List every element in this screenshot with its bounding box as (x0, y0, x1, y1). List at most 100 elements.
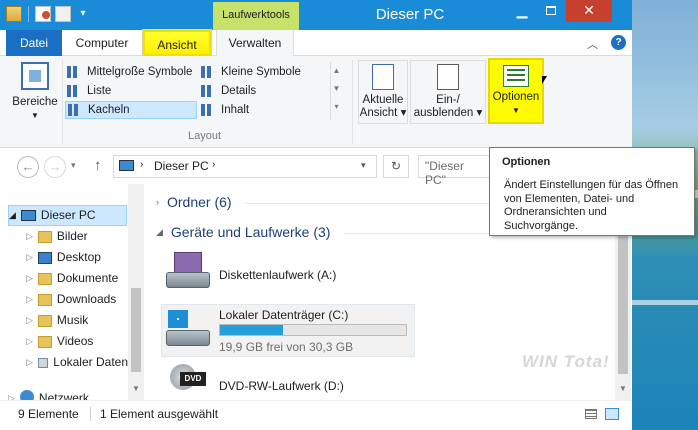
nav-scrollbar[interactable]: ▼ (128, 184, 144, 400)
list-icon (67, 85, 81, 97)
tiles-view-icon[interactable] (605, 408, 619, 420)
nav-item-this-pc[interactable]: ◢ Dieser PC (8, 205, 127, 226)
computer-icon (119, 160, 134, 171)
network-icon (19, 390, 34, 400)
details-view-icon[interactable] (585, 409, 597, 419)
layout-content[interactable]: Inhalt (201, 101, 249, 119)
layout-tiles-selected[interactable]: Kacheln (65, 101, 197, 119)
layout-group-label: Layout (188, 130, 222, 142)
layout-label: Kleine Symbole (221, 66, 301, 78)
scroll-down-icon[interactable]: ▼ (619, 384, 627, 393)
medium-icons-icon (67, 66, 81, 78)
content-icon (201, 104, 215, 116)
breadcrumb-sep-icon: › (140, 159, 144, 170)
maximize-icon (546, 6, 556, 15)
customize-qat-icon[interactable]: ▾ (75, 6, 91, 22)
status-bar: 9 Elemente 1 Element ausgewählt (0, 400, 632, 430)
layout-label: Liste (87, 85, 112, 97)
new-folder-icon[interactable] (55, 6, 71, 22)
breadcrumb-sep-icon: › (212, 159, 216, 170)
collapse-ribbon-icon[interactable]: ︿ (587, 36, 598, 52)
folder-icon (37, 272, 52, 285)
drive-a-name[interactable]: Diskettenlaufwerk (A:) (219, 268, 336, 282)
current-view-button[interactable]: Aktuelle Ansicht ▾ (358, 60, 408, 124)
details-icon (201, 85, 215, 97)
nav-scroll-thumb[interactable] (131, 288, 141, 372)
nav-item-label: Netzwerk (38, 391, 89, 400)
drive-c-name: Lokaler Datenträger (C:) (219, 308, 349, 322)
layout-list[interactable]: Liste (67, 82, 111, 100)
drive-icon (37, 357, 49, 368)
scroll-down-icon[interactable]: ▼ (132, 384, 140, 393)
refresh-button[interactable]: ↻ (383, 155, 409, 178)
nav-item-desktop[interactable]: ▷ Desktop (26, 247, 101, 268)
close-button[interactable]: ✕ (566, 0, 612, 22)
forward-button[interactable]: → (44, 156, 66, 178)
nav-item-label: Desktop (56, 250, 101, 264)
current-view-icon (372, 64, 394, 90)
nav-item-network[interactable]: ▷ Netzwerk (8, 390, 128, 400)
address-box[interactable]: › Dieser PC › ▾ (113, 155, 377, 178)
nav-item-bilder[interactable]: ▷ Bilder (26, 226, 88, 247)
up-button[interactable]: ↑ (94, 157, 102, 174)
expand-icon: ◢ (9, 210, 16, 220)
show-hide-button[interactable]: Ein-/ ausblenden ▾ (410, 60, 486, 124)
recent-locations-icon[interactable]: ▾ (71, 160, 76, 171)
tab-computer[interactable]: Computer (68, 30, 136, 56)
folder-icon (37, 335, 52, 348)
floppy-drive-icon (166, 252, 210, 292)
section-title: Ordner (6) (167, 194, 232, 210)
panes-icon (21, 62, 49, 90)
breadcrumb-item[interactable]: Dieser PC (154, 159, 209, 173)
tab-datei[interactable]: Datei (6, 30, 62, 56)
help-icon[interactable]: ? (611, 35, 626, 50)
properties-icon[interactable] (35, 6, 51, 22)
windows-drive-icon (166, 308, 210, 352)
options-icon (503, 65, 529, 87)
panes-button[interactable]: Bereiche ▼ (10, 62, 60, 122)
tab-ansicht[interactable]: Ansicht (142, 29, 212, 57)
small-icons-icon (201, 66, 215, 78)
maximize-button[interactable] (537, 0, 565, 22)
status-divider (90, 407, 91, 421)
options-label: Optionen (492, 91, 540, 103)
back-button[interactable]: ← (17, 156, 39, 178)
layout-medium-icons[interactable]: Mittelgroße Symbole (67, 63, 192, 81)
expand-icon: › (156, 197, 159, 207)
nav-item-label: Lokaler Daten (53, 355, 128, 369)
chevron-down-icon: ▼ (31, 111, 39, 120)
mouse-cursor-icon (542, 76, 547, 84)
folder-icon (37, 314, 52, 327)
drive-c-free-text: 19,9 GB frei von 30,3 GB (219, 340, 354, 354)
status-selected: 1 Element ausgewählt (100, 407, 219, 421)
tooltip-title: Optionen (502, 156, 551, 168)
nav-item-dokumente[interactable]: ▷ Dokumente (26, 268, 118, 289)
nav-item-videos[interactable]: ▷ Videos (26, 331, 93, 352)
layout-label: Kacheln (88, 104, 130, 116)
folder-icon (37, 230, 52, 243)
system-menu-icon[interactable] (6, 6, 22, 22)
nav-item-label: Downloads (56, 292, 117, 306)
nav-item-musik[interactable]: ▷ Musik (26, 310, 88, 331)
layout-scroll[interactable]: ▲ ▼ ▾ (330, 62, 342, 120)
nav-item-local-disk[interactable]: ▷ Lokaler Daten (26, 352, 128, 373)
search-input[interactable]: "Dieser PC" (418, 155, 493, 187)
separator (62, 60, 63, 144)
section-folders[interactable]: › Ordner (6) (156, 194, 232, 210)
nav-item-label: Musik (56, 313, 89, 327)
ribbon: Bereiche ▼ Mittelgroße Symbole Kleine Sy… (0, 56, 632, 148)
wave-foam (630, 300, 698, 305)
options-button[interactable]: Optionen ▼ (488, 58, 544, 124)
separator (28, 6, 29, 22)
drive-d-name[interactable]: DVD-RW-Laufwerk (D:) (219, 379, 344, 393)
section-drives[interactable]: ◢ Geräte und Laufwerke (3) (156, 224, 330, 240)
address-dropdown-icon[interactable]: ▾ (361, 160, 366, 171)
nav-item-downloads[interactable]: ▷ Downloads (26, 289, 116, 310)
layout-small-icons[interactable]: Kleine Symbole (201, 63, 301, 81)
drive-c-usage-fill (220, 325, 284, 335)
minimize-button[interactable]: ▁ (508, 0, 536, 22)
layout-details[interactable]: Details (201, 82, 256, 100)
window-title: Dieser PC (375, 6, 445, 23)
folder-icon (37, 293, 52, 306)
tab-verwalten[interactable]: Verwalten (216, 30, 294, 56)
